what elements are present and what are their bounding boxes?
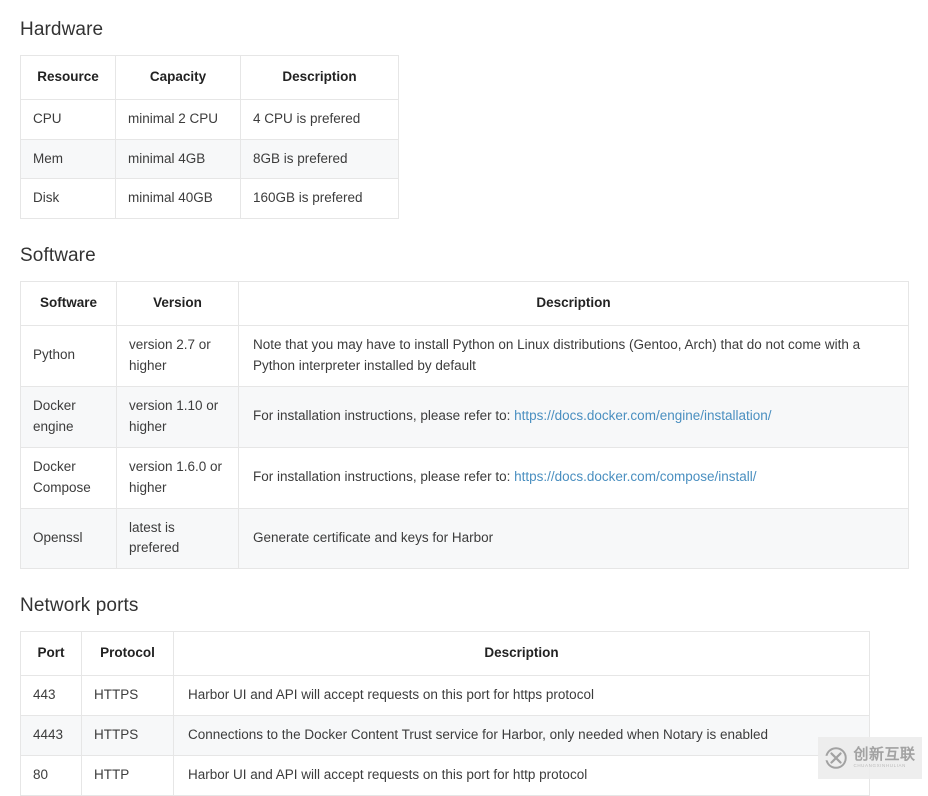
column-header-description: Description (240, 54, 399, 100)
cell-port: 80 (20, 754, 82, 796)
column-header-description: Description (173, 631, 870, 676)
cell-software-description: Note that you may have to install Python… (238, 324, 909, 387)
cell-description: Harbor UI and API will accept requests o… (173, 754, 870, 796)
cell-software-description: For installation instructions, please re… (238, 385, 909, 448)
column-header-capacity: Capacity (115, 54, 241, 100)
cell-software-version: version 1.10 or higher (116, 385, 239, 448)
hardware-table: Resource Capacity Description CPU minima… (20, 54, 399, 220)
page-title-hardware: Hardware (20, 19, 104, 40)
cell-software-name: Openssl (20, 507, 117, 570)
cell-description: 4 CPU is prefered (240, 98, 399, 140)
column-header-port: Port (20, 631, 82, 676)
page-title-software: Software (20, 245, 96, 267)
column-header-resource: Resource (20, 54, 116, 100)
cell-protocol: HTTP (81, 754, 174, 796)
table-row: 4443 HTTPS Connections to the Docker Con… (20, 714, 870, 756)
table-row: Python version 2.7 or higher Note that y… (20, 324, 909, 387)
table-row: Mem minimal 4GB 8GB is prefered (20, 138, 399, 180)
section-network-ports: Network ports Port Protocol Description … (20, 594, 928, 796)
table-header-row: Resource Capacity Description (20, 54, 399, 100)
cell-port: 443 (20, 674, 82, 716)
table-row: Disk minimal 40GB 160GB is prefered (20, 178, 399, 220)
description-text: Note that you may have to install Python… (253, 336, 861, 373)
cell-software-description: Generate certificate and keys for Harbor (238, 507, 909, 570)
cell-capacity: minimal 4GB (115, 138, 241, 180)
software-table: Software Version Description Python vers… (20, 281, 909, 570)
cell-resource: Mem (20, 138, 116, 180)
description-text: For installation instructions, please re… (253, 469, 515, 485)
cell-software-version: version 2.7 or higher (116, 324, 239, 387)
table-row: CPU minimal 2 CPU 4 CPU is prefered (20, 98, 399, 140)
cell-description: Connections to the Docker Content Trust … (173, 714, 870, 756)
description-text: Generate certificate and keys for Harbor (253, 529, 494, 545)
cell-software-name: Docker Compose (20, 446, 117, 509)
cell-description: 8GB is prefered (240, 138, 399, 180)
cell-port: 4443 (20, 714, 82, 756)
cell-description: Harbor UI and API will accept requests o… (173, 674, 870, 716)
table-row: 80 HTTP Harbor UI and API will accept re… (20, 754, 870, 796)
table-row: Openssl latest is prefered Generate cert… (20, 507, 909, 570)
cell-protocol: HTTPS (81, 674, 174, 716)
column-header-protocol: Protocol (81, 631, 174, 676)
table-row: 443 HTTPS Harbor UI and API will accept … (20, 674, 870, 716)
column-header-version: Version (116, 281, 239, 326)
network-ports-table: Port Protocol Description 443 HTTPS Harb… (20, 631, 870, 796)
cell-resource: CPU (20, 98, 116, 140)
section-hardware: Hardware Resource Capacity Description C… (20, 18, 928, 220)
cell-capacity: minimal 40GB (115, 178, 241, 220)
cell-description: 160GB is prefered (240, 178, 399, 220)
cell-protocol: HTTPS (81, 714, 174, 756)
cell-resource: Disk (20, 178, 116, 220)
cell-software-version: latest is prefered (116, 507, 239, 570)
page-title-network-ports: Network ports (20, 595, 139, 617)
cell-software-version: version 1.6.0 or higher (116, 446, 239, 509)
table-header-row: Port Protocol Description (20, 631, 870, 676)
description-text: For installation instructions, please re… (253, 408, 515, 424)
document-page: Hardware Resource Capacity Description C… (0, 0, 928, 796)
table-header-row: Software Version Description (20, 281, 909, 326)
cell-software-name: Python (20, 324, 117, 387)
cell-software-description: For installation instructions, please re… (238, 446, 909, 509)
cell-software-name: Docker engine (20, 385, 117, 448)
cell-capacity: minimal 2 CPU (115, 98, 241, 140)
column-header-software: Software (20, 281, 117, 326)
section-software: Software Software Version Description Py… (20, 244, 928, 570)
table-row: Docker Compose version 1.6.0 or higher F… (20, 446, 909, 509)
docker-compose-install-link[interactable]: https://docs.docker.com/compose/install/ (514, 469, 756, 484)
table-row: Docker engine version 1.10 or higher For… (20, 385, 909, 448)
docker-engine-install-link[interactable]: https://docs.docker.com/engine/installat… (514, 408, 771, 423)
column-header-description: Description (238, 281, 909, 326)
